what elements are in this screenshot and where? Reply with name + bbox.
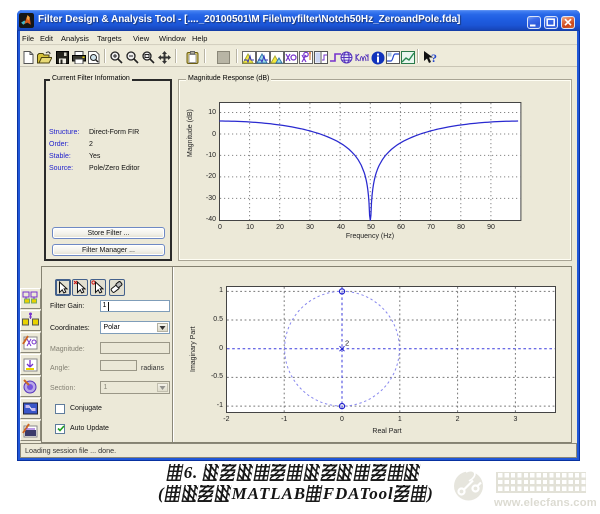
svg-text:2: 2 — [345, 339, 349, 348]
svg-text:?: ? — [431, 51, 437, 65]
